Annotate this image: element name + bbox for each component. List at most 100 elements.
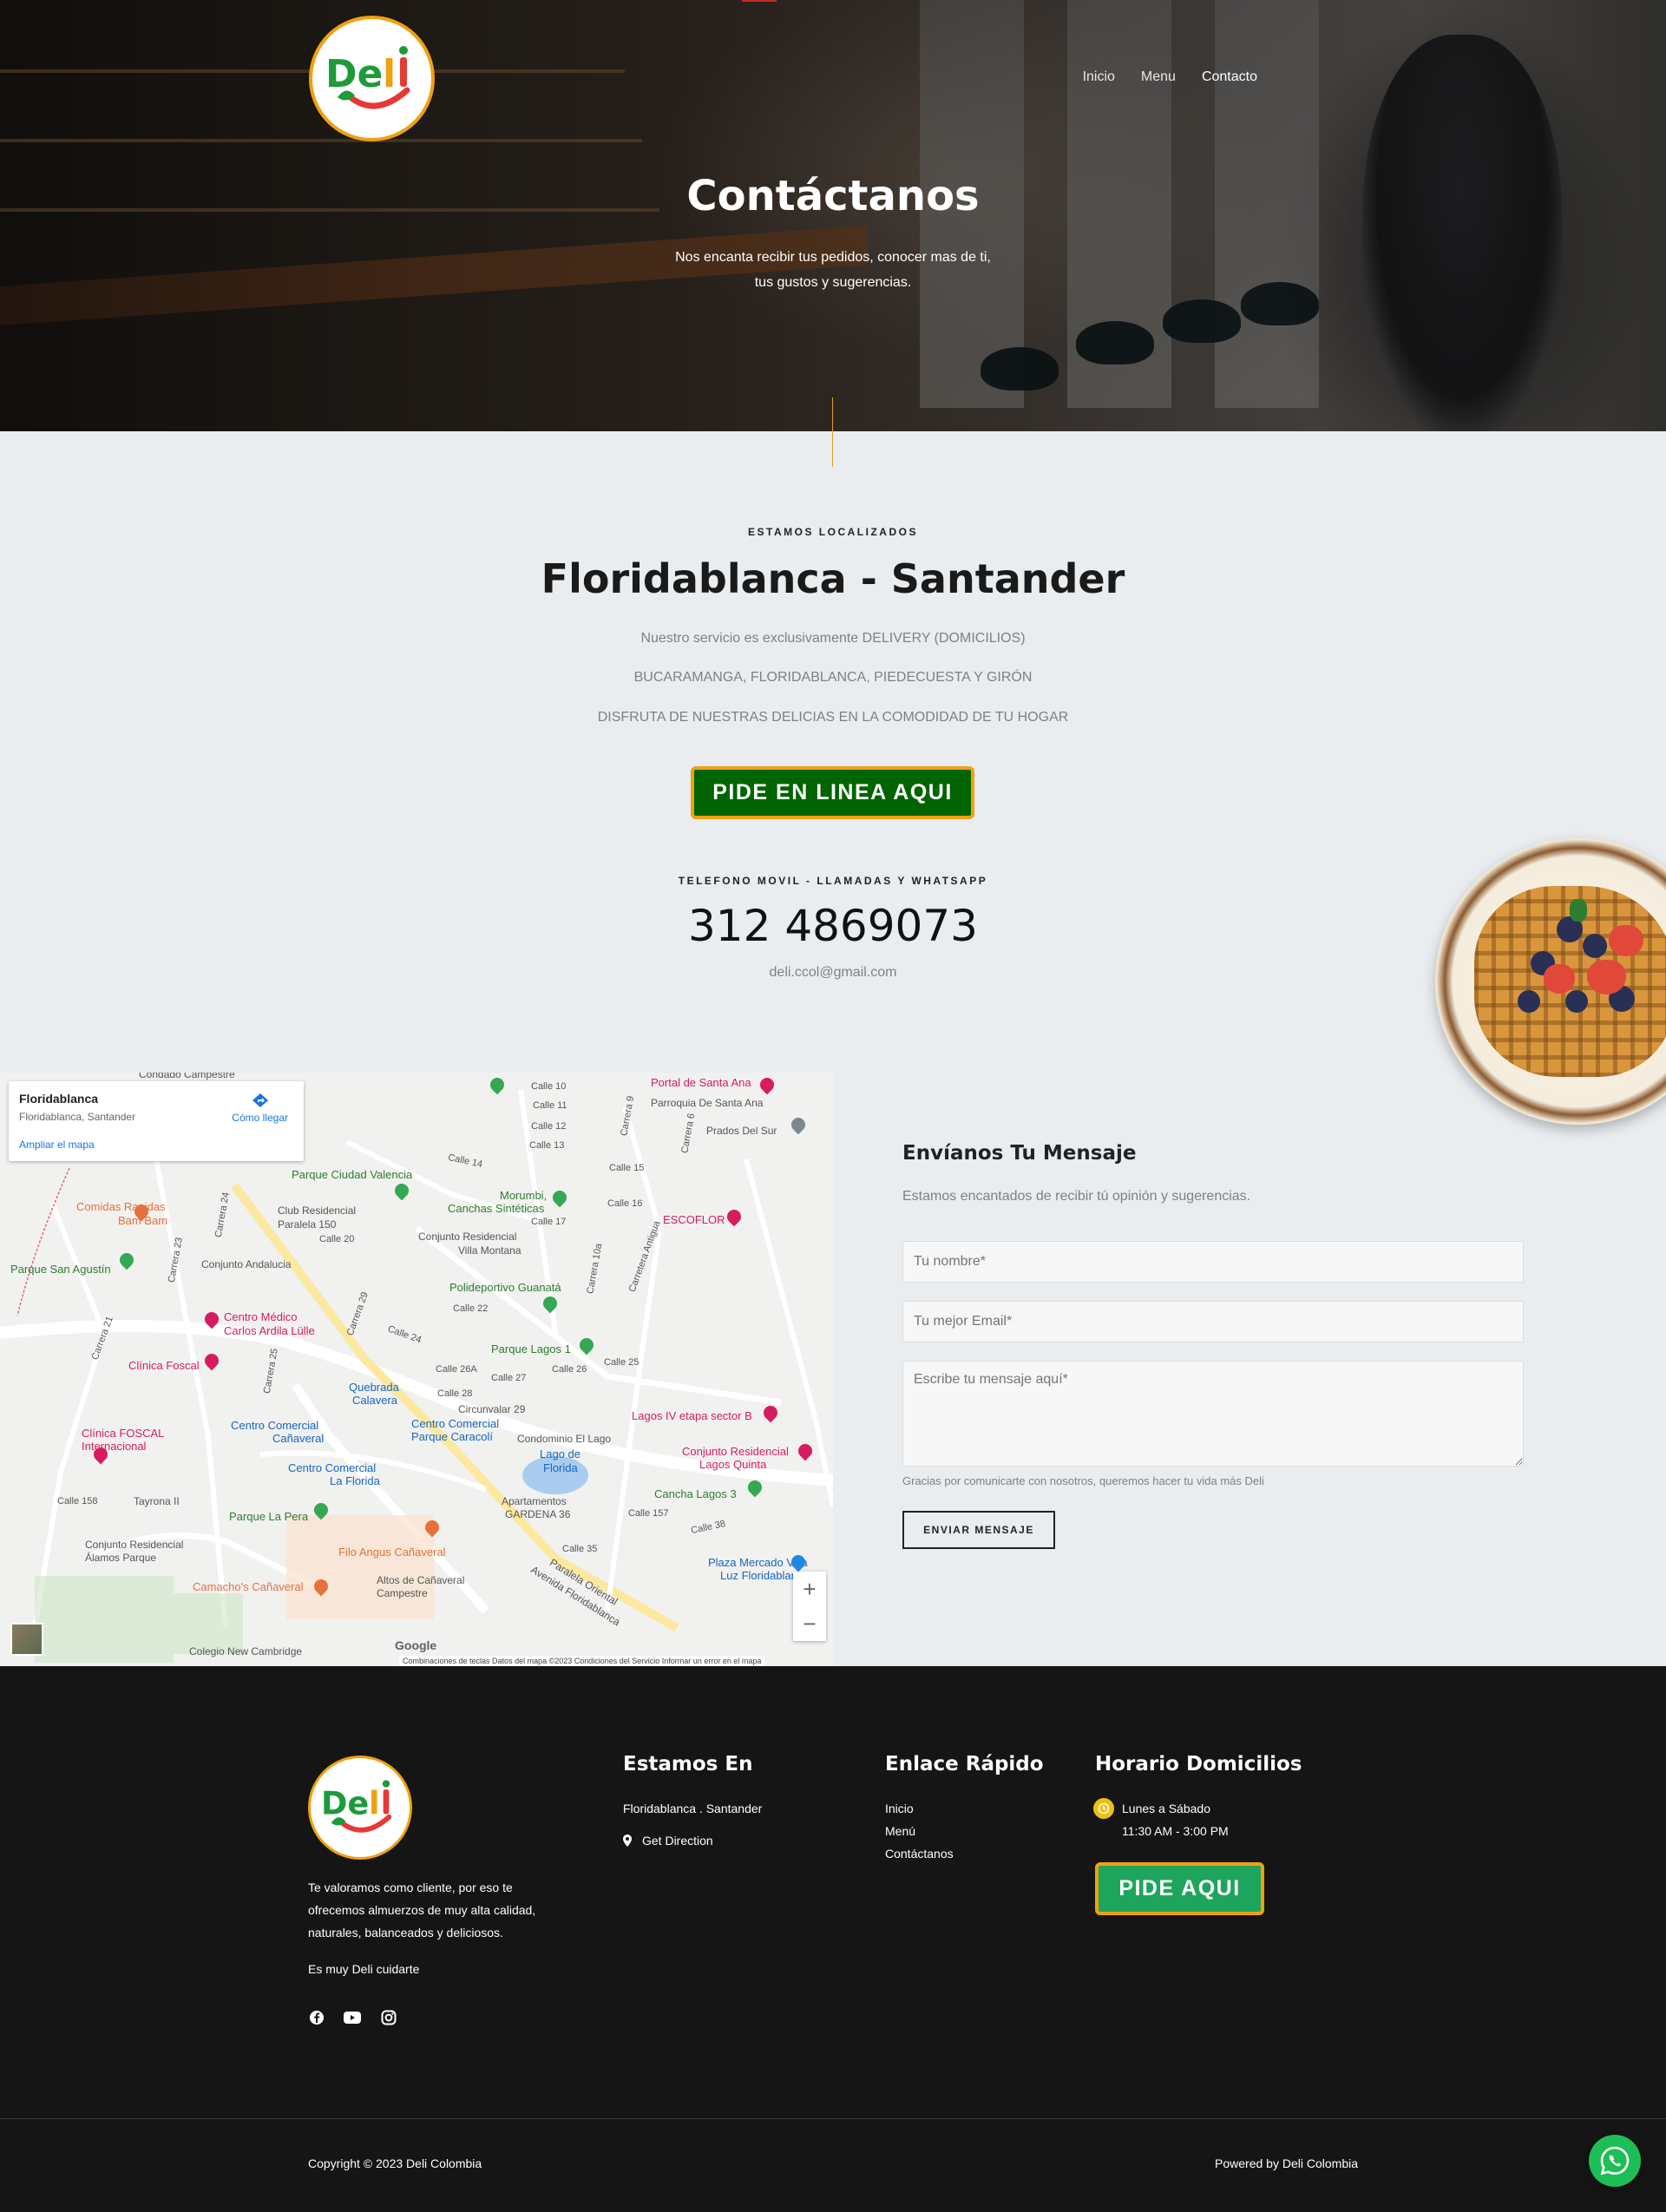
street-label: Calle 20	[319, 1234, 355, 1244]
street-label: Calle 15	[609, 1163, 645, 1173]
map-label: Centro Comercial	[411, 1417, 500, 1430]
message-field[interactable]	[902, 1361, 1524, 1467]
footer-hours: 11:30 AM - 3:00 PM	[1122, 1824, 1229, 1838]
order-online-button[interactable]: PIDE EN LINEA AQUI	[691, 766, 974, 819]
main-nav: Inicio Menu Contacto	[1083, 69, 1257, 85]
powered-by: Powered by Deli Colombia	[1215, 2156, 1358, 2170]
map-attribution[interactable]: Combinaciones de teclas Datos del mapa ©…	[399, 1656, 765, 1666]
map-label: Cañaveral	[272, 1432, 325, 1445]
map-label: Centro Médico	[224, 1310, 298, 1323]
zoom-out-button[interactable]: −	[803, 1611, 816, 1638]
map-label: Campestre	[377, 1587, 428, 1599]
page-title: Contáctanos	[686, 172, 980, 220]
map-label: Camacho's Cañaveral	[193, 1580, 304, 1593]
map-label: Quebrada	[349, 1381, 399, 1394]
map-label: Condado Campestre	[139, 1073, 235, 1080]
location-eyebrow-text: ESTAMOS LOCALIZADOS	[748, 526, 918, 538]
nav-item-menu[interactable]: Menu	[1141, 69, 1176, 85]
svg-text:l: l	[369, 1785, 380, 1822]
svg-text:De: De	[325, 52, 383, 96]
street-label: Calle 11	[533, 1100, 567, 1111]
street-label: Calle 28	[437, 1388, 473, 1399]
map-enlarge-link[interactable]: Ampliar el mapa	[19, 1139, 293, 1151]
youtube-icon[interactable]	[344, 2009, 361, 2026]
strawberry	[1609, 925, 1643, 956]
map-satellite-toggle[interactable]	[10, 1623, 43, 1656]
street-label: Calle 12	[531, 1121, 567, 1132]
instagram-icon[interactable]	[380, 2009, 397, 2026]
google-map[interactable]: Floridablanca Floridablanca, Santander A…	[0, 1073, 833, 1666]
deli-logo-icon: De l	[321, 1780, 392, 1833]
hero-subtitle-line: Nos encanta recibir tus pedidos, conocer…	[675, 250, 991, 265]
street-label: Calle 10	[531, 1081, 567, 1092]
whatsapp-icon	[1600, 2146, 1630, 2176]
location-line: BUCARAMANGA, FLORIDABLANCA, PIEDECUESTA …	[0, 670, 1666, 686]
footer-about-line: naturales, balanceados y deliciosos.	[308, 1926, 503, 1940]
footer-link-menu[interactable]: Menú	[885, 1824, 915, 1838]
section-divider	[832, 397, 833, 467]
footer-logo[interactable]: De l	[308, 1756, 412, 1860]
map-label: Conjunto Residencial	[682, 1445, 789, 1458]
email-field[interactable]	[902, 1301, 1524, 1342]
map-label: Prados Del Sur	[706, 1125, 777, 1137]
name-field[interactable]	[902, 1241, 1524, 1283]
location-line: DISFRUTA DE NUESTRAS DELICIAS EN LA COMO…	[0, 710, 1666, 725]
map-label: Clínica FOSCAL	[82, 1427, 165, 1440]
strawberry	[1587, 960, 1626, 994]
logo[interactable]: De l	[309, 16, 435, 141]
map-label: Clínica Foscal	[128, 1359, 200, 1372]
email: deli.ccol@gmail.com	[0, 965, 1666, 981]
map-label: Polideportivo Guanatá	[449, 1281, 561, 1294]
map-label: Parque San Agustín	[10, 1263, 111, 1276]
get-direction-label: Get Direction	[642, 1834, 713, 1848]
location-title: Floridablanca - Santander	[0, 555, 1666, 602]
zoom-in-button[interactable]: +	[803, 1576, 816, 1603]
strawberry	[1544, 964, 1575, 994]
footer	[0, 1666, 1666, 2212]
blueberry	[1518, 990, 1540, 1013]
location-line-text: Nuestro servicio es exclusivamente DELIV…	[640, 631, 1026, 646]
footer-link-inicio[interactable]: Inicio	[885, 1802, 914, 1815]
pide-aqui-button[interactable]: PIDE AQUI	[1095, 1862, 1264, 1915]
map-label: Portal de Santa Ana	[651, 1076, 751, 1089]
mint-leaf	[1570, 899, 1587, 922]
svg-text:De: De	[321, 1785, 369, 1822]
map-label: Parque Lagos 1	[491, 1342, 571, 1355]
get-direction-link[interactable]: Get Direction	[623, 1834, 713, 1848]
phone-eyebrow: TELEFONO MOVIL - LLAMADAS Y WHATSAPP	[0, 873, 1666, 889]
blueberry	[1565, 990, 1588, 1013]
street-label: Calle 35	[562, 1544, 598, 1554]
map-label: Lagos IV etapa sector B	[632, 1409, 752, 1422]
street-label: Calle 16	[607, 1198, 643, 1209]
clock-icon	[1093, 1798, 1114, 1819]
street-label: Calle 22	[453, 1303, 489, 1314]
location-eyebrow: ESTAMOS LOCALIZADOS	[0, 524, 1666, 540]
map-label: Altos de Cañaveral	[377, 1574, 465, 1586]
whatsapp-button[interactable]	[1589, 2135, 1641, 2187]
phone-number-text: 312 4869073	[687, 901, 978, 951]
email-text[interactable]: deli.ccol@gmail.com	[770, 965, 897, 980]
directions-button[interactable]: Cómo llegar	[232, 1092, 288, 1124]
nav-item-inicio[interactable]: Inicio	[1083, 69, 1115, 85]
map-label: Cancha Lagos 3	[654, 1487, 737, 1500]
map-label: Apartamentos	[502, 1495, 567, 1507]
footer-address: Floridablanca . Santander	[623, 1802, 763, 1815]
map-label: Parque Ciudad Valencia	[292, 1168, 413, 1181]
footer-col-title: Estamos En	[623, 1753, 753, 1776]
location-line: Nuestro servicio es exclusivamente DELIV…	[0, 631, 1666, 647]
map-label: Club Residencial	[278, 1204, 357, 1217]
map-label: Paralela 150	[278, 1218, 337, 1231]
map-label: La Florida	[330, 1474, 380, 1487]
map-label: Canchas Sintéticas	[448, 1202, 545, 1215]
map-label: Álamos Parque	[85, 1552, 157, 1564]
map-label: Internacional	[82, 1440, 147, 1453]
map-label: Parque Caracolí	[411, 1430, 493, 1443]
svg-text:l: l	[383, 52, 396, 96]
footer-about-line: Te valoramos como cliente, por eso te	[308, 1881, 513, 1894]
facebook-icon[interactable]	[308, 2009, 325, 2026]
send-message-button[interactable]: ENVIAR MENSAJE	[902, 1511, 1055, 1549]
footer-link-contactanos[interactable]: Contáctanos	[885, 1847, 954, 1861]
street-label: Calle 27	[491, 1373, 527, 1383]
map-label: Lago de	[540, 1447, 580, 1460]
nav-item-contacto[interactable]: Contacto	[1202, 69, 1257, 85]
